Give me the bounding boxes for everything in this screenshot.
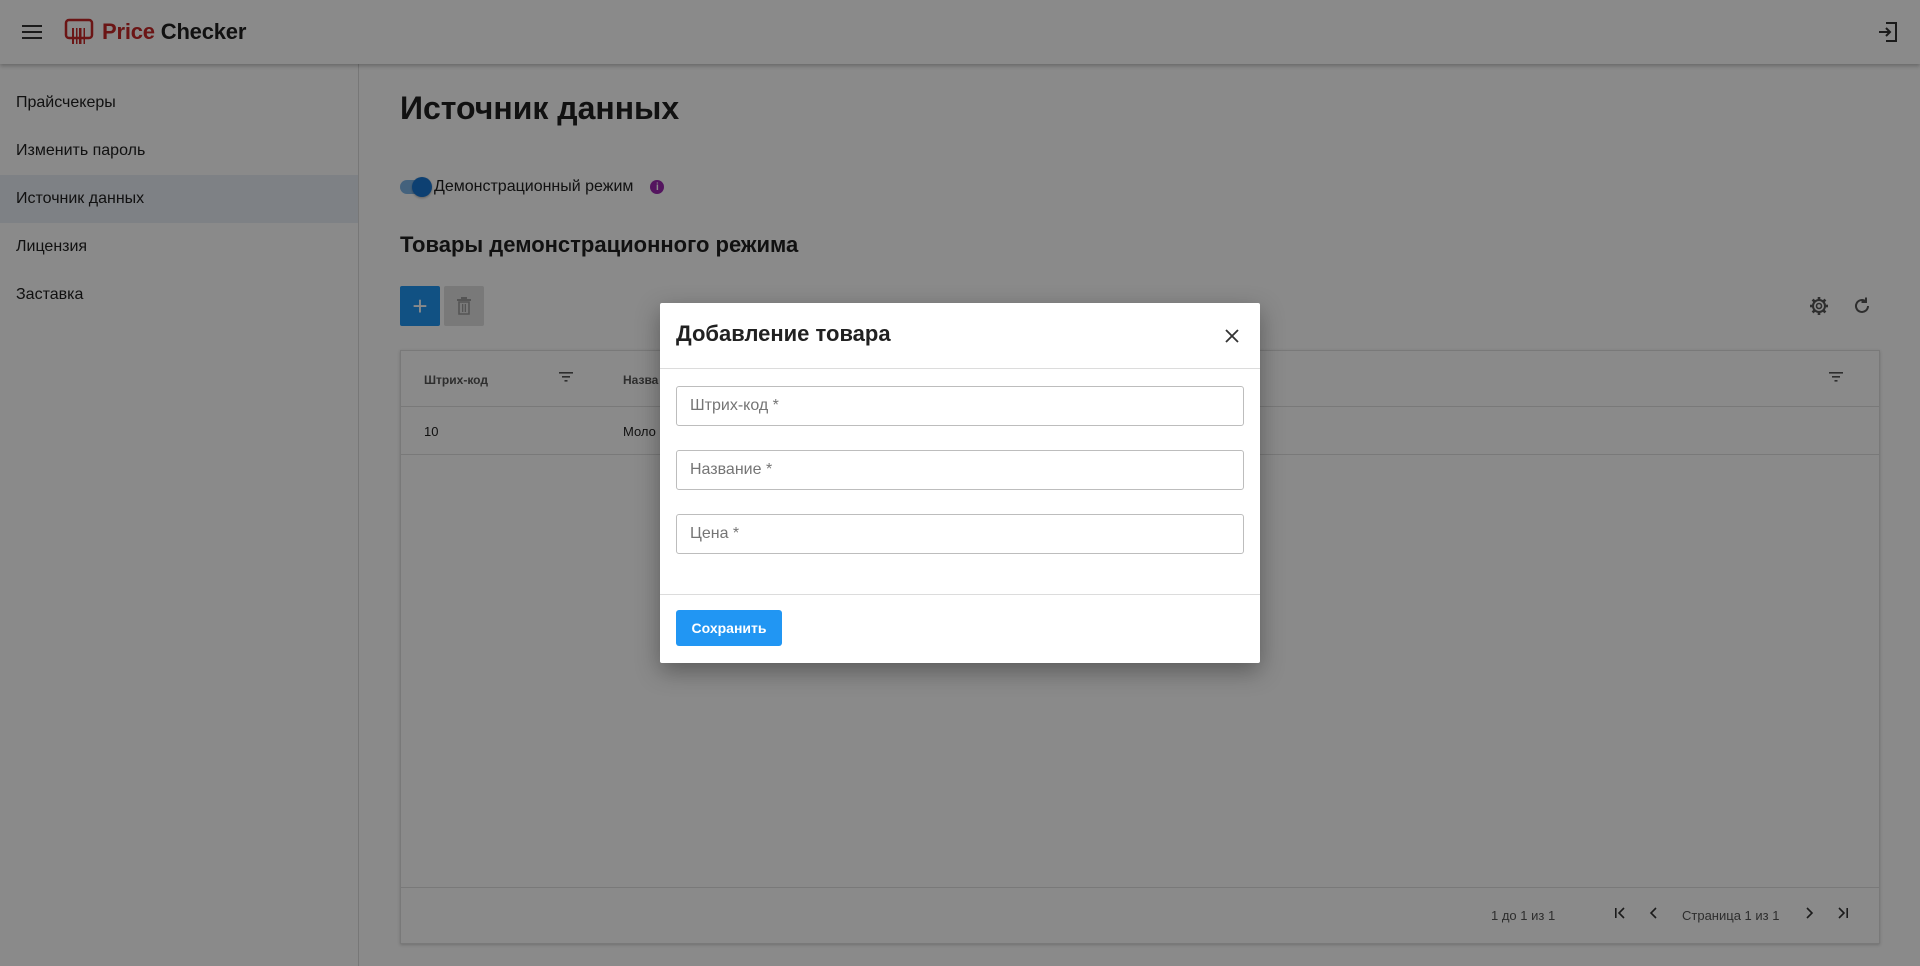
add-product-dialog: Добавление товара Сохранить bbox=[660, 303, 1260, 663]
dialog-footer: Сохранить bbox=[660, 594, 1260, 663]
close-button[interactable] bbox=[1220, 324, 1244, 348]
dialog-title: Добавление товара bbox=[676, 321, 891, 346]
dialog-header: Добавление товара bbox=[660, 303, 1260, 369]
save-button[interactable]: Сохранить bbox=[676, 610, 782, 646]
close-icon bbox=[1225, 329, 1239, 343]
price-input[interactable] bbox=[676, 514, 1244, 554]
barcode-input[interactable] bbox=[676, 386, 1244, 426]
name-input[interactable] bbox=[676, 450, 1244, 490]
